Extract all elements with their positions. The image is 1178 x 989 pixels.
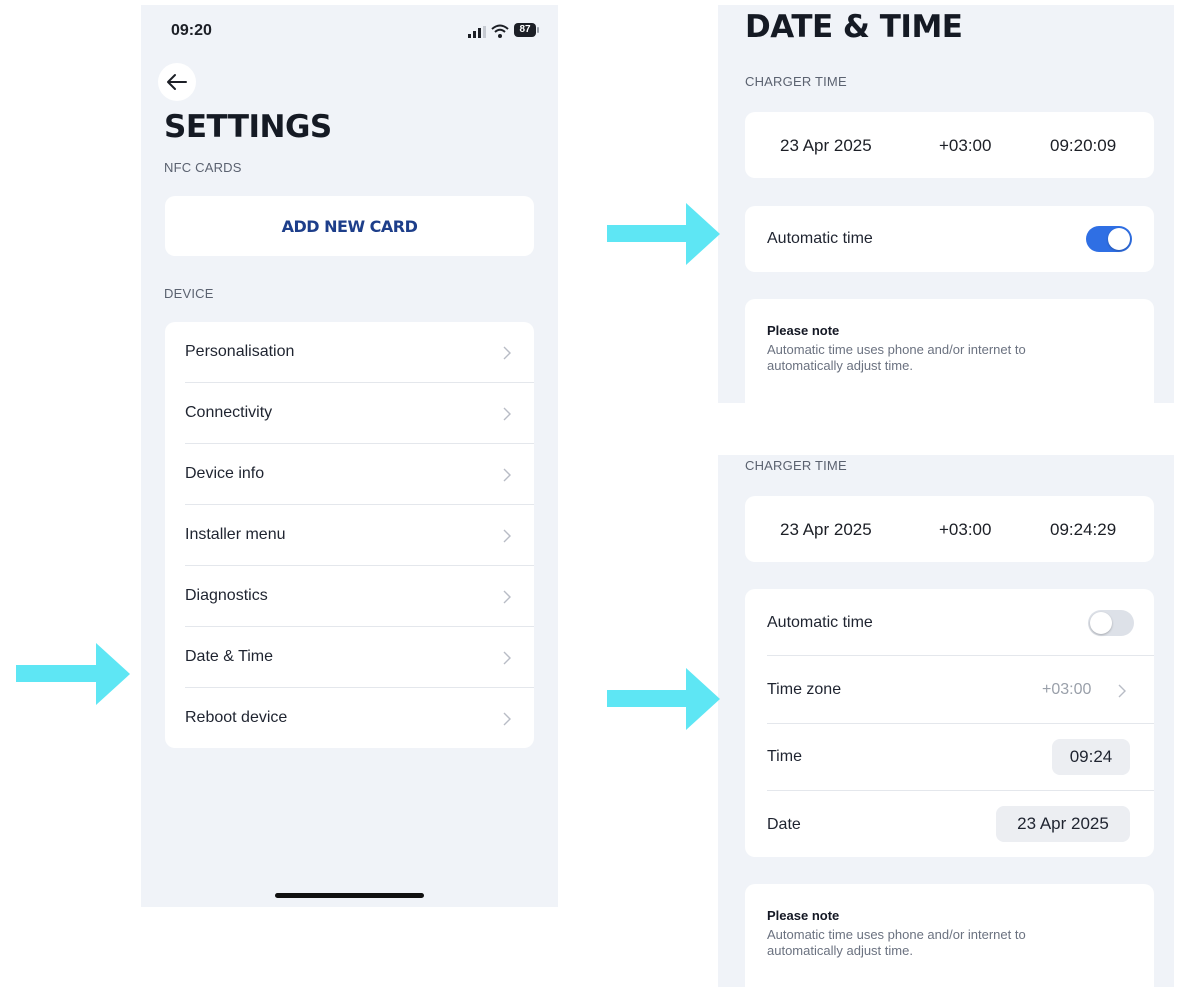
menu-item-label: Diagnostics xyxy=(185,587,268,604)
note-text: Automatic time uses phone and/or interne… xyxy=(767,342,1026,373)
note-card: Please note Automatic time uses phone an… xyxy=(745,884,1154,987)
charger-time-label: CHARGER TIME xyxy=(745,74,847,89)
menu-item-personalisation[interactable]: Personalisation xyxy=(165,322,534,383)
chevron-right-icon xyxy=(503,712,511,726)
arrow-right-icon xyxy=(607,203,720,265)
automatic-time-label: Automatic time xyxy=(767,230,873,247)
menu-item-label: Personalisation xyxy=(185,343,295,360)
toggle-knob xyxy=(1108,228,1130,250)
page-title: DATE & TIME xyxy=(745,9,963,45)
home-indicator xyxy=(275,893,424,898)
date-row: Date 23 Apr 2025 xyxy=(745,791,1154,857)
datetime-auto-screen: DATE & TIME CHARGER TIME 23 Apr 2025 +03… xyxy=(718,5,1174,403)
menu-item-label: Installer menu xyxy=(185,526,286,543)
wifi-icon xyxy=(491,24,509,38)
battery-level: 87 xyxy=(519,24,531,35)
date-label: Date xyxy=(767,816,801,833)
settings-screen: 09:20 87 SETTINGS NFC CARDS ADD NEW CARD… xyxy=(141,5,558,907)
chevron-right-icon xyxy=(503,346,511,360)
automatic-time-row: Automatic time xyxy=(745,589,1154,655)
time-zone-label: Time zone xyxy=(767,681,842,698)
date-picker[interactable]: 23 Apr 2025 xyxy=(996,806,1130,842)
chevron-right-icon xyxy=(503,590,511,604)
chevron-right-icon xyxy=(503,407,511,421)
menu-item-label: Device info xyxy=(185,465,265,482)
charger-offset: +03:00 xyxy=(939,520,992,539)
time-zone-value: +03:00 xyxy=(1042,681,1092,698)
menu-item-connectivity[interactable]: Connectivity xyxy=(165,383,534,444)
datetime-manual-screen: CHARGER TIME 23 Apr 2025 +03:00 09:24:29… xyxy=(718,455,1174,987)
page-title: SETTINGS xyxy=(164,109,332,145)
time-zone-row[interactable]: Time zone +03:00 xyxy=(745,656,1154,723)
time-picker[interactable]: 09:24 xyxy=(1052,739,1130,775)
automatic-time-toggle[interactable] xyxy=(1088,610,1134,636)
back-arrow-icon xyxy=(167,74,187,90)
time-label: Time xyxy=(767,748,802,765)
note-card: Please note Automatic time uses phone an… xyxy=(745,299,1154,403)
time-settings-card: Automatic time Time zone +03:00 Time 09:… xyxy=(745,589,1154,857)
chevron-right-icon xyxy=(503,529,511,543)
charger-date: 23 Apr 2025 xyxy=(780,136,872,155)
menu-item-date-time[interactable]: Date & Time xyxy=(165,627,534,688)
arrow-right-icon xyxy=(607,668,720,730)
note-title: Please note xyxy=(767,908,840,923)
nfc-section-label: NFC CARDS xyxy=(164,160,242,175)
signal-icon xyxy=(468,26,486,38)
chevron-right-icon xyxy=(503,651,511,665)
menu-item-label: Date & Time xyxy=(185,648,274,665)
charger-clock: 09:24:29 xyxy=(1050,520,1117,539)
chevron-right-icon xyxy=(503,468,511,482)
menu-item-installer-menu[interactable]: Installer menu xyxy=(165,505,534,566)
note-text: Automatic time uses phone and/or interne… xyxy=(767,927,1026,958)
status-time: 09:20 xyxy=(171,22,212,39)
menu-item-device-info[interactable]: Device info xyxy=(165,444,534,505)
automatic-time-toggle[interactable] xyxy=(1086,226,1132,252)
device-menu: Personalisation Connectivity Device info… xyxy=(165,322,534,748)
note-title: Please note xyxy=(767,323,840,338)
battery-icon: 87 xyxy=(514,23,536,37)
menu-item-label: Reboot device xyxy=(185,709,288,726)
add-new-card-label: ADD NEW CARD xyxy=(281,217,418,236)
time-row: Time 09:24 xyxy=(745,724,1154,790)
charger-time-card: 23 Apr 2025 +03:00 09:20:09 xyxy=(745,112,1154,178)
menu-item-reboot-device[interactable]: Reboot device xyxy=(165,688,534,748)
add-new-card-button[interactable]: ADD NEW CARD xyxy=(165,196,534,256)
charger-time-label: CHARGER TIME xyxy=(745,458,847,473)
charger-offset: +03:00 xyxy=(939,136,992,155)
charger-date: 23 Apr 2025 xyxy=(780,520,872,539)
chevron-right-icon xyxy=(1118,684,1126,698)
menu-item-label: Connectivity xyxy=(185,404,273,421)
toggle-knob xyxy=(1090,612,1112,634)
back-button[interactable] xyxy=(158,63,196,101)
charger-time-card: 23 Apr 2025 +03:00 09:24:29 xyxy=(745,496,1154,562)
automatic-time-label: Automatic time xyxy=(767,614,873,631)
menu-item-diagnostics[interactable]: Diagnostics xyxy=(165,566,534,627)
automatic-time-card: Automatic time xyxy=(745,206,1154,272)
battery-cap xyxy=(537,27,539,33)
arrow-right-icon xyxy=(16,643,130,705)
charger-clock: 09:20:09 xyxy=(1050,136,1117,155)
device-section-label: DEVICE xyxy=(164,286,214,301)
